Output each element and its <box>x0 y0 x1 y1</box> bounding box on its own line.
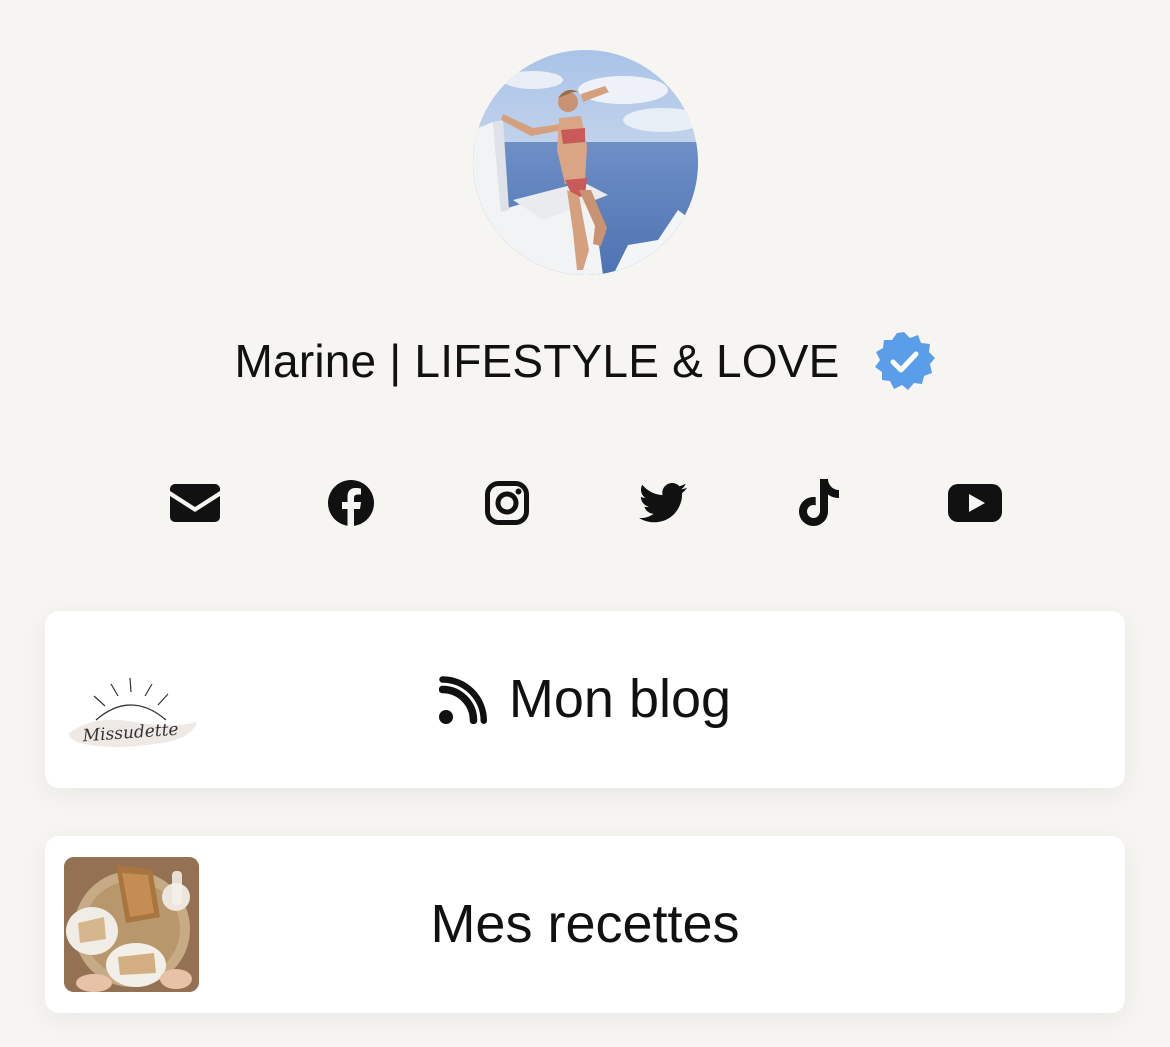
recipes-label-row: Mes recettes <box>45 836 1125 1013</box>
instagram-icon[interactable] <box>479 475 535 531</box>
facebook-icon[interactable] <box>323 475 379 531</box>
twitter-icon[interactable] <box>635 475 691 531</box>
link-in-bio-page: Marine | LIFESTYLE & LOVE Missudette Mon… <box>0 0 1170 1047</box>
verified-badge-icon <box>875 332 936 390</box>
recipes-link-label: Mes recettes <box>430 894 740 954</box>
rss-icon <box>438 675 487 724</box>
blog-link-label: Mon blog <box>508 669 732 729</box>
profile-header: Marine | LIFESTYLE & LOVE <box>0 325 1170 397</box>
tiktok-icon[interactable] <box>791 475 847 531</box>
link-card-recipes[interactable]: Mes recettes <box>45 836 1125 1013</box>
mail-icon[interactable] <box>167 475 223 531</box>
profile-name: Marine | LIFESTYLE & LOVE <box>234 335 840 387</box>
profile-avatar <box>473 50 698 275</box>
blog-label-row: Mon blog <box>45 611 1125 788</box>
youtube-icon[interactable] <box>947 475 1003 531</box>
social-links <box>0 475 1170 531</box>
avatar-photo <box>473 50 698 275</box>
link-card-blog[interactable]: Missudette Mon blog <box>45 611 1125 788</box>
